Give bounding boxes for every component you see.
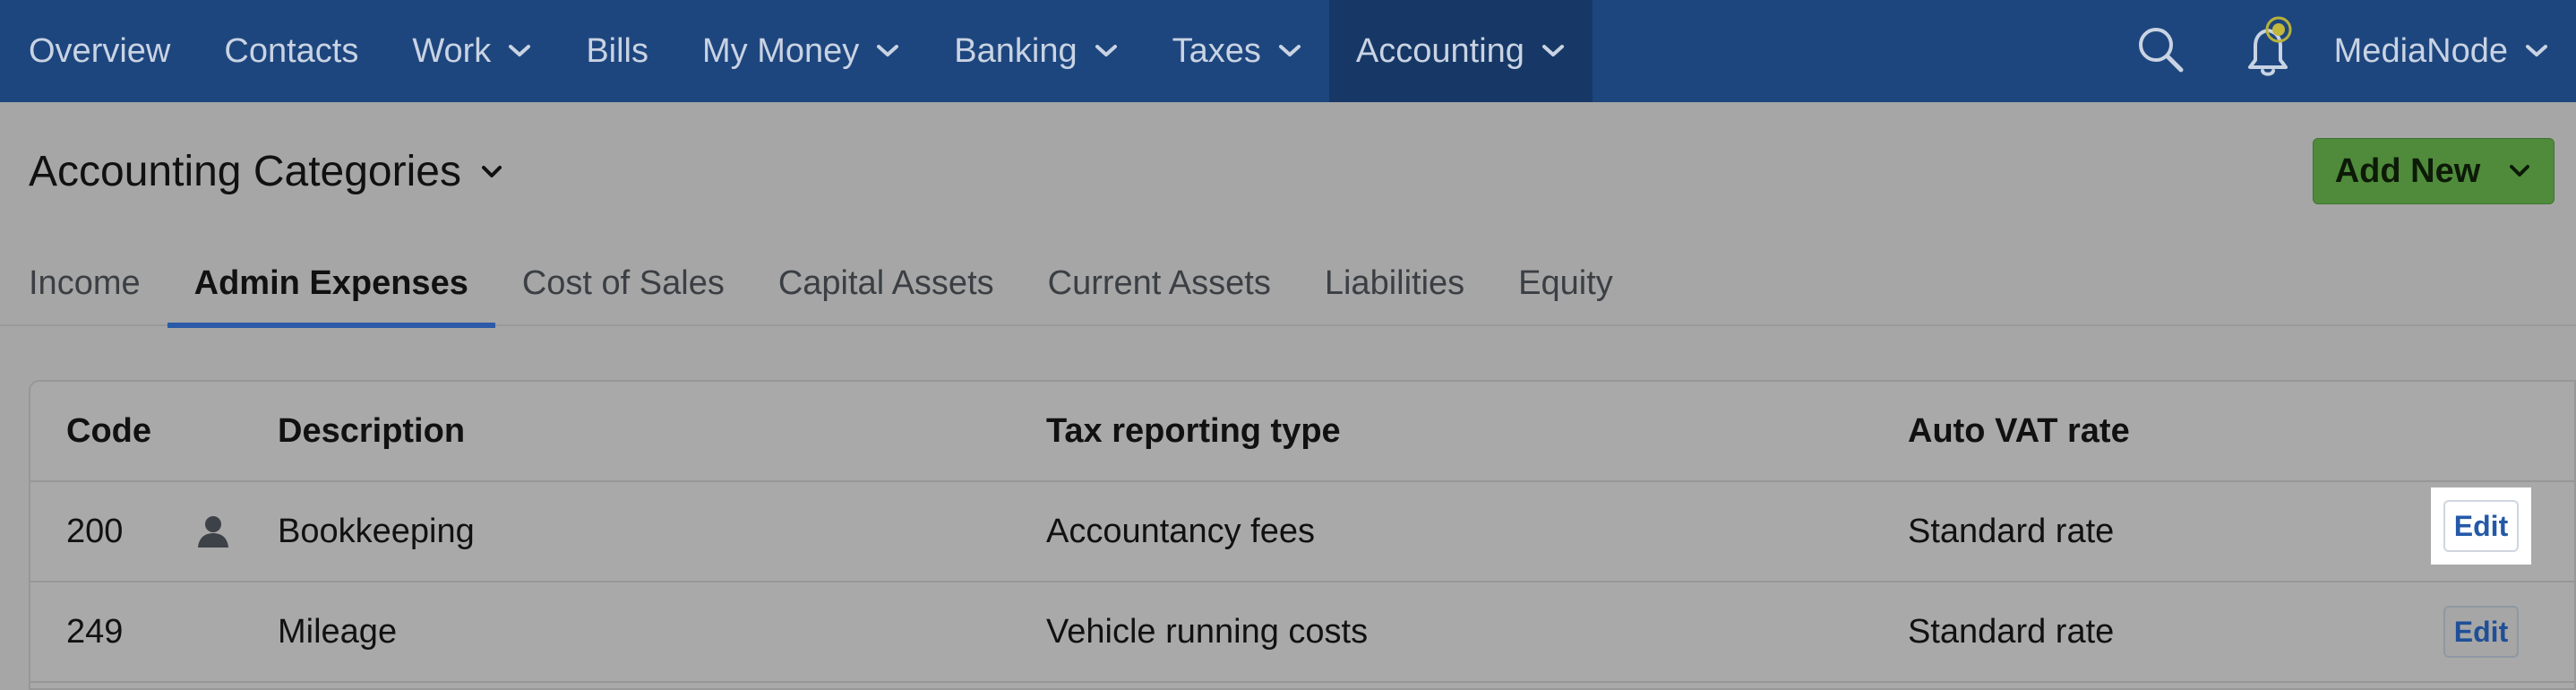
table-header-row: Code Description Tax reporting type Auto… xyxy=(30,382,2574,482)
chevron-down-icon xyxy=(1277,42,1302,60)
bell-icon xyxy=(2234,15,2302,88)
top-navigation: Overview Contacts Work Bills My Money Ba… xyxy=(0,0,2576,102)
nav-label: Taxes xyxy=(1172,31,1261,70)
tab-label: Liabilities xyxy=(1324,263,1465,302)
table-row: 249 Mileage Vehicle running costs Standa… xyxy=(30,582,2574,683)
edit-button[interactable]: Edit xyxy=(2443,606,2519,658)
nav-label: Work xyxy=(412,31,492,70)
edit-button[interactable]: Edit xyxy=(2443,500,2519,552)
chevron-down-icon xyxy=(507,42,532,60)
chevron-down-icon xyxy=(2524,42,2549,60)
user-menu[interactable]: MediaNode xyxy=(2322,32,2576,71)
tab-income[interactable]: Income xyxy=(0,242,167,324)
nav-overview[interactable]: Overview xyxy=(0,0,197,102)
tab-label: Equity xyxy=(1518,263,1613,302)
tab-label: Capital Assets xyxy=(777,263,994,302)
page-title-dropdown[interactable]: Accounting Categories xyxy=(29,147,504,196)
user-name: MediaNode xyxy=(2333,31,2508,70)
edit-cell: Edit xyxy=(2443,582,2519,681)
nav-label: Overview xyxy=(29,31,171,70)
header-description: Description xyxy=(278,411,466,450)
header-code: Code xyxy=(66,411,151,450)
tab-label: Current Assets xyxy=(1047,263,1271,302)
row-code: 249 xyxy=(66,612,124,651)
nav-label: Accounting xyxy=(1355,31,1524,70)
add-new-label: Add New xyxy=(2334,151,2481,190)
row-description: Bookkeeping xyxy=(278,512,475,550)
category-tabs: Income Admin Expenses Cost of Sales Capi… xyxy=(0,242,2576,328)
nav-my-money[interactable]: My Money xyxy=(675,0,927,102)
tab-capital-assets[interactable]: Capital Assets xyxy=(751,242,1021,324)
nav-accounting[interactable]: Accounting xyxy=(1328,0,1593,102)
tab-cost-of-sales[interactable]: Cost of Sales xyxy=(495,242,751,324)
nav-banking[interactable]: Banking xyxy=(927,0,1145,102)
add-new-button[interactable]: Add New xyxy=(2313,138,2555,204)
nav-label: My Money xyxy=(702,31,860,70)
nav-label: Contacts xyxy=(224,31,359,70)
nav-label: Banking xyxy=(954,31,1078,70)
notifications-button[interactable] xyxy=(2214,0,2322,102)
tab-label: Cost of Sales xyxy=(521,263,725,302)
search-icon xyxy=(2135,24,2185,79)
chevron-down-icon xyxy=(1094,42,1119,60)
row-tax-reporting-type: Accountancy fees xyxy=(1046,512,1315,550)
row-tax-reporting-type: Vehicle running costs xyxy=(1046,612,1369,651)
tab-equity[interactable]: Equity xyxy=(1491,242,1640,324)
row-code: 200 xyxy=(66,512,124,550)
chevron-down-icon xyxy=(2507,162,2532,180)
row-auto-vat-rate: Standard rate xyxy=(1908,612,2115,651)
tab-admin-expenses[interactable]: Admin Expenses xyxy=(167,242,496,328)
tab-label: Income xyxy=(29,263,141,302)
nav-contacts[interactable]: Contacts xyxy=(197,0,385,102)
edit-button-highlight: Edit xyxy=(2431,487,2531,565)
tab-current-assets[interactable]: Current Assets xyxy=(1021,242,1298,324)
nav-label: Bills xyxy=(586,31,648,70)
chevron-down-icon xyxy=(1541,42,1566,60)
chevron-down-icon xyxy=(479,163,504,181)
header-auto-vat-rate: Auto VAT rate xyxy=(1908,411,2130,450)
tab-label: Admin Expenses xyxy=(193,263,468,302)
chevron-down-icon xyxy=(875,42,900,60)
tab-liabilities[interactable]: Liabilities xyxy=(1298,242,1491,324)
nav-bills[interactable]: Bills xyxy=(559,0,675,102)
nav-work[interactable]: Work xyxy=(385,0,559,102)
header-tax-reporting-type: Tax reporting type xyxy=(1046,411,1341,450)
categories-table: Code Description Tax reporting type Auto… xyxy=(29,380,2576,690)
nav-taxes[interactable]: Taxes xyxy=(1146,0,1329,102)
row-description: Mileage xyxy=(278,612,398,651)
row-auto-vat-rate: Standard rate xyxy=(1908,512,2115,550)
nav-right-group: MediaNode xyxy=(2107,0,2576,102)
search-button[interactable] xyxy=(2107,0,2214,102)
user-icon xyxy=(195,482,231,581)
page-title: Accounting Categories xyxy=(29,148,461,195)
table-row: 200 Bookkeeping Accountancy fees Standar… xyxy=(30,482,2574,582)
